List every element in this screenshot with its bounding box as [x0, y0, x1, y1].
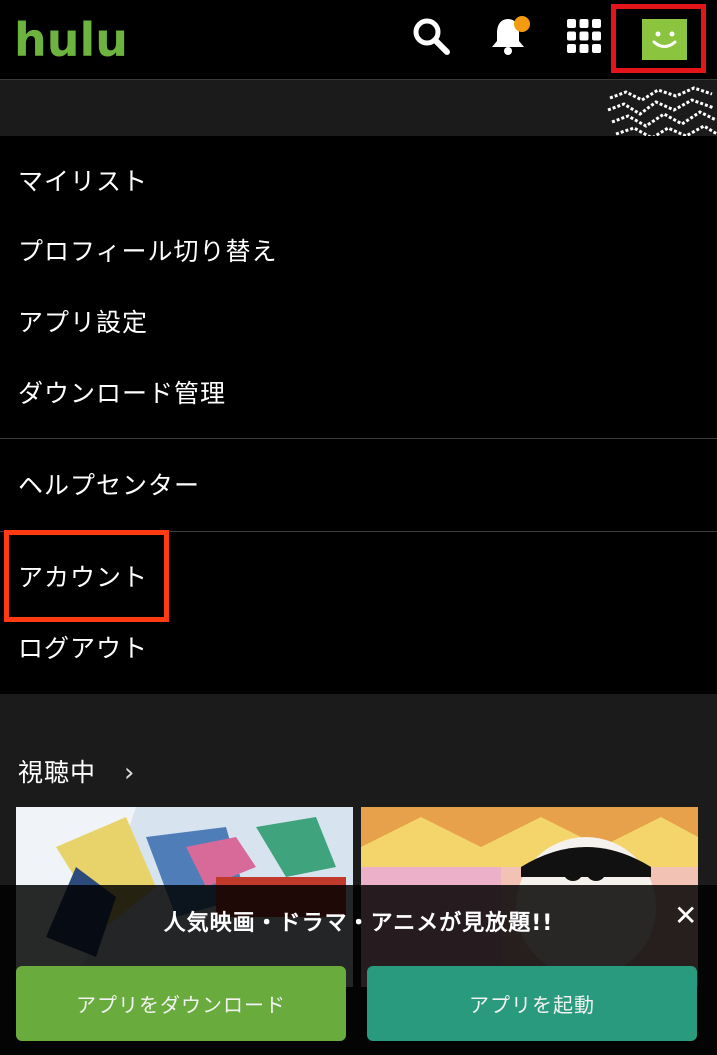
- app-header: hulu: [0, 0, 717, 80]
- hulu-logo[interactable]: hulu: [14, 14, 128, 66]
- continue-watching-title[interactable]: 視聴中: [18, 757, 96, 789]
- menu-item-switch-profile[interactable]: プロフィール切り替え: [18, 236, 278, 268]
- account-highlight-annotation: [4, 530, 169, 622]
- menu-item-app-settings[interactable]: アプリ設定: [18, 307, 148, 339]
- promo-message: 人気映画・ドラマ・アニメが見放題!!: [163, 911, 554, 936]
- close-icon[interactable]: ✕: [674, 899, 697, 932]
- menu-item-download-management[interactable]: ダウンロード管理: [18, 378, 226, 410]
- launch-app-button[interactable]: アプリを起動: [367, 966, 697, 1041]
- chevron-right-icon[interactable]: ›: [124, 758, 134, 788]
- notification-badge: [514, 16, 530, 32]
- profile-avatar-icon[interactable]: [642, 19, 687, 60]
- download-app-button[interactable]: アプリをダウンロード: [16, 966, 346, 1041]
- menu-item-help-center[interactable]: ヘルプセンター: [18, 470, 200, 502]
- grid-menu-icon[interactable]: [564, 16, 604, 56]
- menu-divider: [0, 438, 717, 439]
- menu-item-logout[interactable]: ログアウト: [18, 633, 148, 665]
- search-icon[interactable]: [411, 16, 451, 56]
- menu-item-my-list[interactable]: マイリスト: [18, 166, 148, 198]
